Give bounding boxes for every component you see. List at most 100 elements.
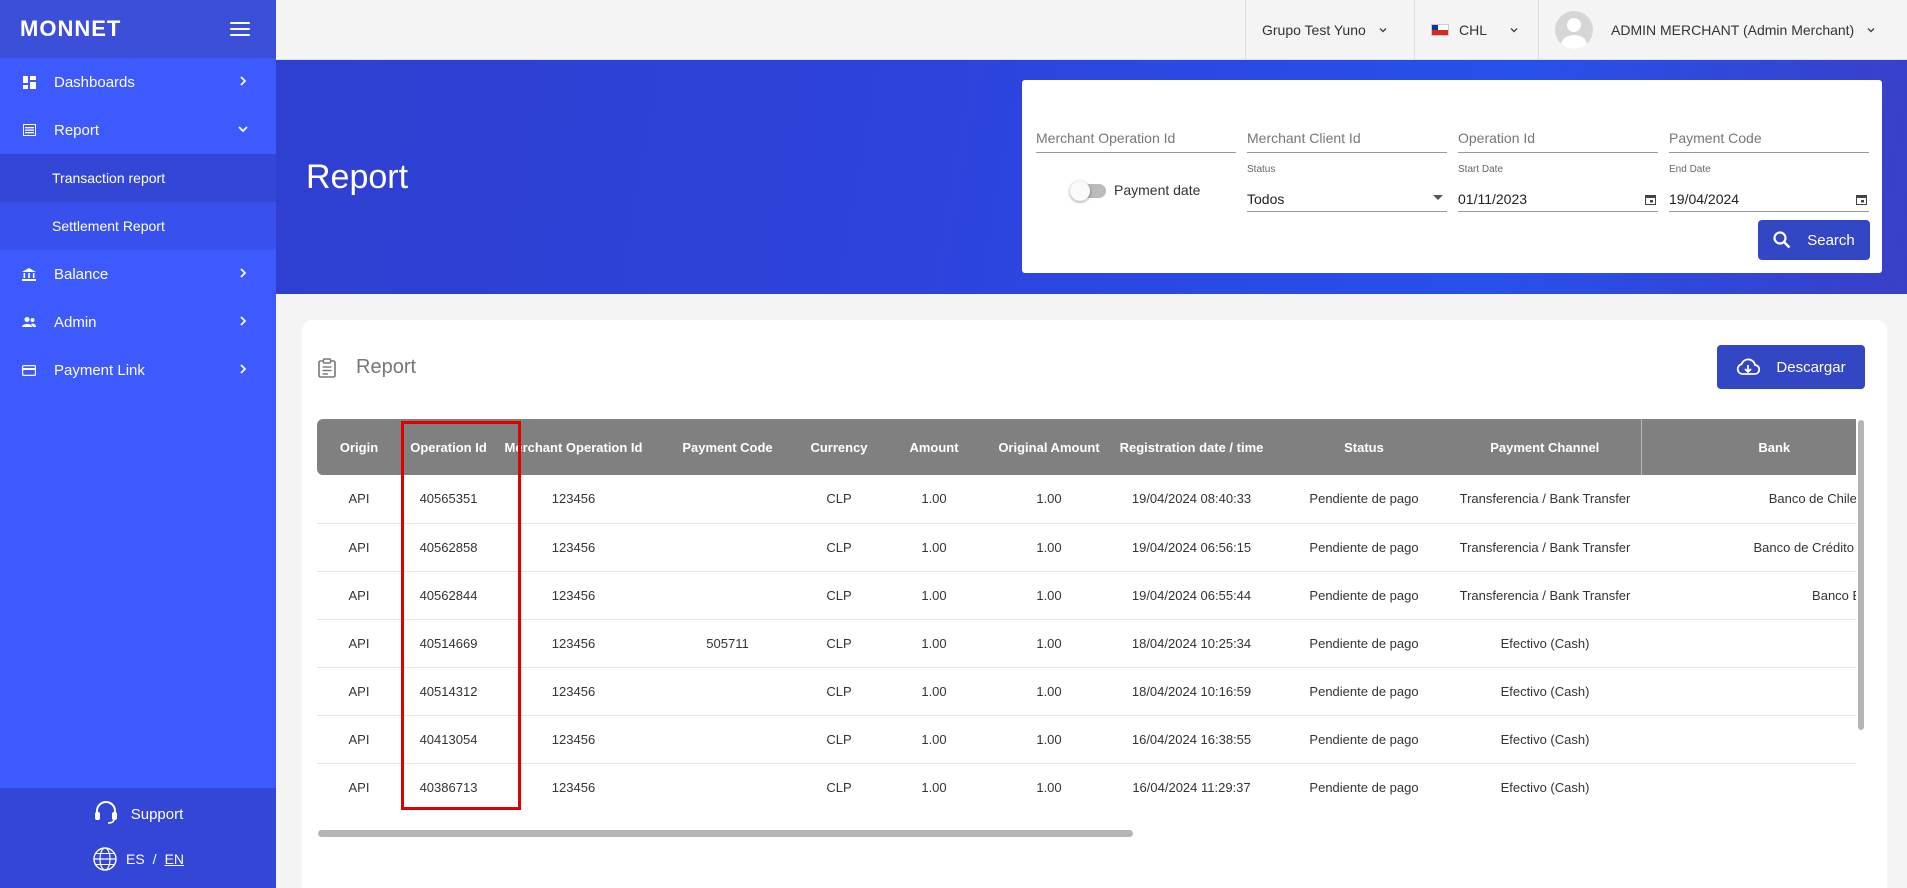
- cell-merchant-operation-id: 123456: [551, 683, 596, 699]
- currency-dropdown[interactable]: CHL: [1414, 0, 1538, 60]
- operation-id-field[interactable]: Operation Id: [1458, 123, 1658, 153]
- column-header-registration-date[interactable]: Registration date / time: [1104, 419, 1279, 475]
- cell-registration-date: 19/04/2024 08:40:33: [1131, 491, 1252, 507]
- column-header-amount[interactable]: Amount: [874, 419, 994, 475]
- headset-icon: [93, 800, 119, 828]
- cell-original-amount: 1.00: [1036, 731, 1062, 747]
- cell-origin: API: [348, 683, 370, 699]
- cell-merchant-operation-id: 123456: [551, 779, 596, 795]
- chevron-down-icon: [1379, 28, 1387, 33]
- hamburger-menu-icon[interactable]: [230, 22, 250, 36]
- chevron-right-icon: [240, 268, 247, 278]
- chile-flag-icon: [1431, 24, 1449, 36]
- cell-operation-id: 40514669: [419, 635, 478, 651]
- cell-bank: [1641, 715, 1856, 763]
- cell-currency: CLP: [826, 779, 852, 795]
- sidebar-subitem-label: Transaction report: [52, 170, 166, 186]
- column-header-operation-id[interactable]: Operation Id: [401, 419, 496, 475]
- table-row[interactable]: API 40514312 123456 CLP 1.00 1.00 18/04/2024 1…: [317, 667, 1856, 715]
- field-placeholder: Payment Code: [1669, 130, 1762, 146]
- cell-original-amount: 1.00: [1036, 635, 1062, 651]
- language-separator: /: [152, 851, 157, 867]
- sidebar-item-payment-link[interactable]: Payment Link: [0, 346, 276, 394]
- user-menu-dropdown[interactable]: ADMIN MERCHANT (Admin Merchant): [1538, 0, 1907, 60]
- transactions-table: Origin Operation Id Merchant Operation I…: [317, 419, 1856, 811]
- sidebar-item-dashboards[interactable]: Dashboards: [0, 58, 276, 106]
- currency-label: CHL: [1459, 22, 1488, 38]
- cell-amount: 1.00: [921, 491, 947, 507]
- language-es[interactable]: ES: [126, 851, 145, 867]
- logo: MONNET: [20, 16, 122, 41]
- column-header-payment-code[interactable]: Payment Code: [651, 419, 804, 475]
- merchant-client-id-field[interactable]: Merchant Client Id: [1247, 123, 1447, 153]
- download-button[interactable]: Descargar: [1717, 345, 1865, 389]
- sidebar-subitem-settlement-report[interactable]: Settlement Report: [0, 202, 276, 250]
- chevron-right-icon: [240, 316, 247, 326]
- merchant-group-dropdown[interactable]: Grupo Test Yuno: [1245, 0, 1414, 60]
- table-row[interactable]: API 40386713 123456 CLP 1.00 1.00 16/04/2024 1…: [317, 763, 1856, 811]
- cell-operation-id: 40565351: [419, 491, 478, 507]
- cell-status: Pendiente de pago: [1309, 635, 1419, 651]
- column-header-currency[interactable]: Currency: [804, 419, 874, 475]
- column-header-merchant-operation-id[interactable]: Merchant Operation Id: [496, 419, 651, 475]
- sidebar-subitem-transaction-report[interactable]: Transaction report: [0, 154, 276, 202]
- cloud-download-icon: [1737, 358, 1761, 375]
- payment-code-field[interactable]: Payment Code: [1669, 123, 1869, 153]
- search-button[interactable]: Search: [1758, 220, 1870, 260]
- table-row[interactable]: API 40562844 123456 CLP 1.00 1.00 19/04/2024 0…: [317, 571, 1856, 619]
- cell-bank: [1641, 619, 1856, 667]
- cell-origin: API: [348, 635, 370, 651]
- chevron-right-icon: [240, 76, 247, 86]
- field-placeholder: Merchant Operation Id: [1036, 130, 1176, 146]
- table-row[interactable]: API 40514669 123456 505711 CLP 1.00 1.00 18/04/…: [317, 619, 1856, 667]
- end-date-field[interactable]: End Date 19/04/2024: [1669, 164, 1869, 212]
- top-bar: Grupo Test Yuno CHL ADMIN MERCHANT (Admi…: [276, 0, 1907, 60]
- cell-currency: CLP: [826, 587, 852, 603]
- column-header-bank[interactable]: Bank: [1640, 419, 1856, 475]
- start-date-field[interactable]: Start Date 01/11/2023: [1458, 164, 1658, 212]
- cell-operation-id: 40562844: [419, 587, 478, 603]
- cell-status: Pendiente de pago: [1309, 731, 1419, 747]
- calendar-icon[interactable]: [1856, 194, 1867, 205]
- cell-merchant-operation-id: 123456: [551, 491, 596, 507]
- support-link[interactable]: Support: [0, 794, 276, 834]
- hero-banner: Report Merchant Operation Id Merchant Cl…: [276, 60, 1907, 294]
- report-icon: [22, 123, 36, 137]
- table-row[interactable]: API 40562858 123456 CLP 1.00 1.00 19/04/2024 0…: [317, 523, 1856, 571]
- language-switcher: ES / EN: [0, 834, 276, 884]
- cell-registration-date: 18/04/2024 10:25:34: [1131, 635, 1252, 651]
- table-row[interactable]: API 40565351 123456 CLP 1.00 1.00 19/04/2024 0…: [317, 475, 1856, 523]
- payment-date-toggle[interactable]: [1070, 181, 1106, 201]
- end-date-value: 19/04/2024: [1669, 191, 1740, 207]
- support-label: Support: [130, 805, 184, 823]
- table-row[interactable]: API 40413054 123456 CLP 1.00 1.00 16/04/2024 1…: [317, 715, 1856, 763]
- cell-currency: CLP: [826, 635, 852, 651]
- status-select[interactable]: Status Todos: [1247, 164, 1447, 212]
- cell-payment-code: [651, 715, 804, 763]
- sidebar-item-admin[interactable]: Admin: [0, 298, 276, 346]
- search-button-label: Search: [1807, 231, 1855, 249]
- sidebar-item-report[interactable]: Report: [0, 106, 276, 154]
- user-name: ADMIN MERCHANT (Admin Merchant): [1611, 22, 1855, 38]
- column-header-status[interactable]: Status: [1279, 419, 1449, 475]
- chevron-down-icon: [1867, 28, 1875, 33]
- cell-origin: API: [348, 779, 370, 795]
- vertical-scrollbar[interactable]: [1858, 420, 1864, 730]
- cell-currency: CLP: [826, 731, 852, 747]
- cell-amount: 1.00: [921, 683, 947, 699]
- dashboard-icon: [22, 75, 36, 89]
- column-header-origin[interactable]: Origin: [317, 419, 401, 475]
- report-card: Report Descargar Origin Operation Id Mer…: [302, 320, 1887, 888]
- calendar-icon[interactable]: [1645, 194, 1656, 205]
- cell-payment-code: [651, 523, 804, 571]
- language-en[interactable]: EN: [165, 851, 184, 867]
- cell-status: Pendiente de pago: [1309, 539, 1419, 555]
- cell-operation-id: 40386713: [419, 779, 478, 795]
- merchant-operation-id-field[interactable]: Merchant Operation Id: [1036, 123, 1236, 153]
- status-label: Status: [1247, 164, 1276, 175]
- cell-registration-date: 16/04/2024 11:29:37: [1132, 779, 1251, 795]
- horizontal-scrollbar[interactable]: [318, 830, 1133, 837]
- sidebar-item-balance[interactable]: Balance: [0, 250, 276, 298]
- column-header-original-amount[interactable]: Original Amount: [994, 419, 1104, 475]
- column-header-payment-channel[interactable]: Payment Channel: [1449, 419, 1641, 475]
